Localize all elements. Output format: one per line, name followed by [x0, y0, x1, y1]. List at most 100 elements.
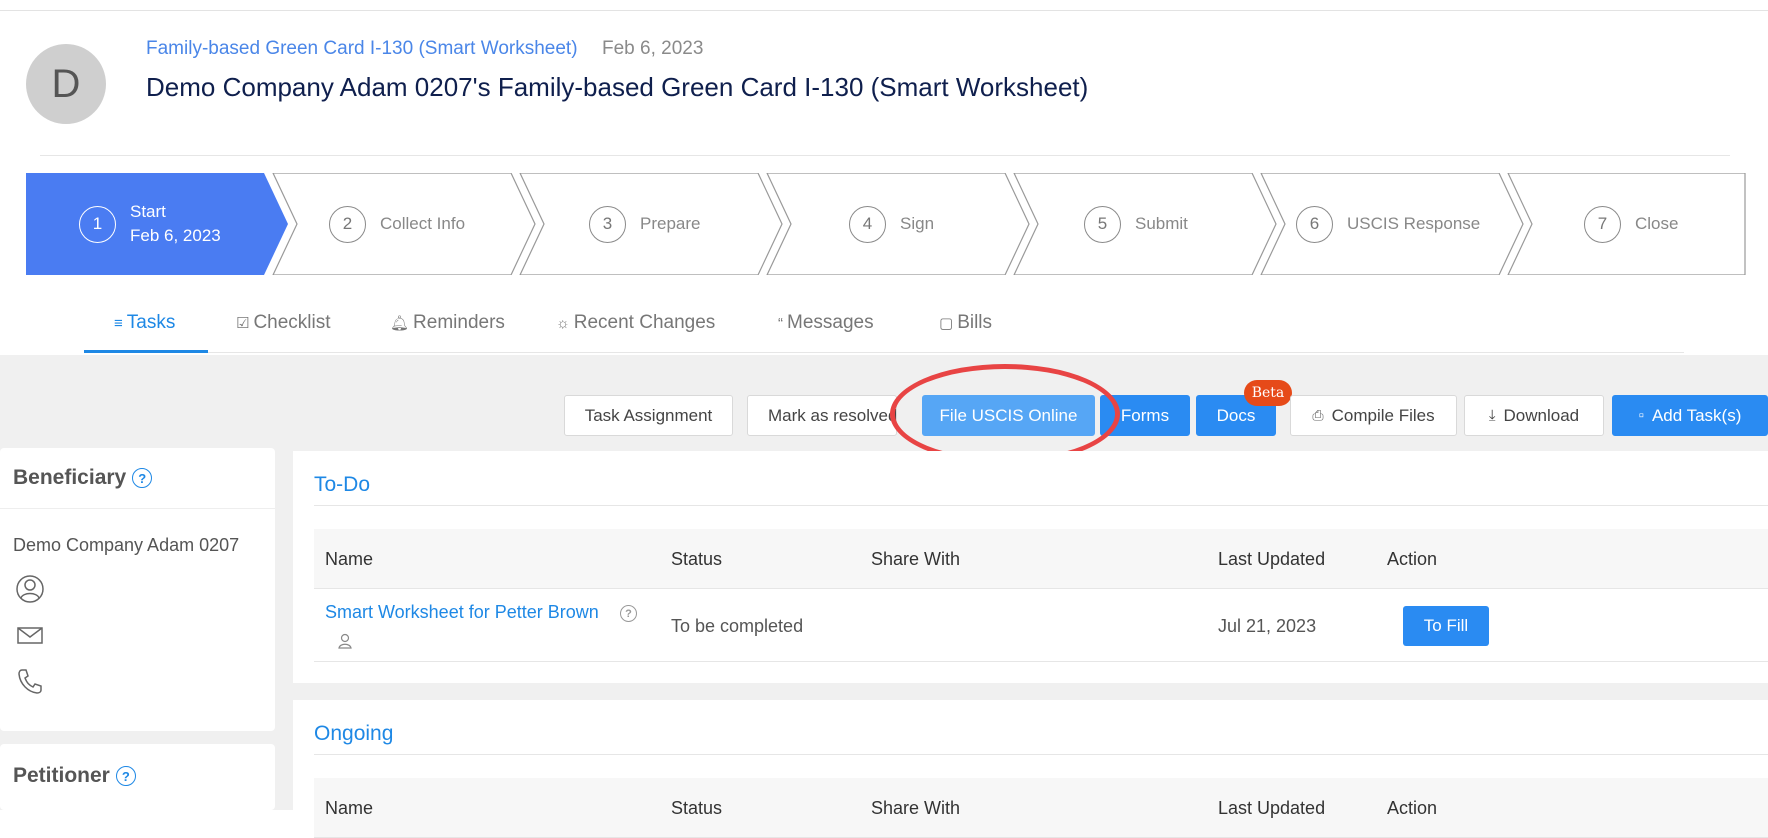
- ongoing-title: Ongoing: [314, 722, 394, 745]
- column-header: Last Updated: [1218, 549, 1326, 569]
- step-label: Submit: [1135, 214, 1188, 233]
- quote-icon: “: [778, 314, 783, 332]
- tab-bills[interactable]: ▢ Bills: [939, 312, 992, 334]
- phone-icon: [18, 669, 42, 694]
- avatar: D: [26, 44, 106, 124]
- step-submit[interactable]: 5 Submit: [1084, 173, 1188, 275]
- ongoing-table-header: Name Status Share With Last Updated Acti…: [314, 778, 1768, 838]
- beneficiary-title: Beneficiary ?: [13, 466, 153, 490]
- box-icon: ▢: [939, 315, 954, 332]
- tab-reminders[interactable]: 🔔︎ Reminders: [390, 312, 505, 334]
- help-icon[interactable]: ?: [132, 468, 153, 488]
- panel-divider: [314, 754, 1768, 755]
- task-last-updated: Jul 21, 2023: [1218, 616, 1317, 636]
- column-header: Share With: [871, 798, 961, 818]
- petitioner-title: Petitioner ?: [13, 764, 136, 788]
- tabs-divider: [84, 352, 1684, 353]
- step-label: Collect Info: [380, 214, 466, 233]
- download-icon: ⤓: [1488, 407, 1496, 424]
- case-date: Feb 6, 2023: [602, 38, 704, 59]
- button-label: Compile Files: [1331, 405, 1435, 425]
- step-sign[interactable]: 4 Sign: [849, 173, 934, 275]
- printer-icon: ⎙: [1312, 407, 1324, 423]
- todo-title: To-Do: [314, 473, 371, 496]
- step-number: 1: [79, 205, 116, 243]
- bell-icon: 🔔︎: [390, 315, 410, 332]
- column-header: Action: [1387, 549, 1438, 569]
- step-label: Prepare: [640, 214, 701, 233]
- case-type-link[interactable]: Family-based Green Card I-130 (Smart Wor…: [146, 38, 578, 60]
- step-label: USCIS Response: [1347, 214, 1481, 233]
- case-header: D Family-based Green Card I-130 (Smart W…: [0, 0, 1768, 160]
- todo-panel: To-Do Name Status Share With Last Update…: [293, 451, 1768, 683]
- tab-recent-changes[interactable]: ☼ Recent Changes: [556, 312, 715, 334]
- case-progress-steps: 1 Start Feb 6, 2023 2 Collect Info 3 Pre…: [26, 173, 1746, 275]
- step-number: 6: [1296, 205, 1333, 243]
- step-collect-info[interactable]: 2 Collect Info: [329, 173, 465, 275]
- tab-bar: ≡ Tasks ☑ Checklist 🔔︎ Reminders ☼ Recen…: [0, 298, 1768, 354]
- step-prepare[interactable]: 3 Prepare: [589, 173, 700, 275]
- to-fill-button[interactable]: To Fill: [1403, 606, 1489, 646]
- add-tasks-button[interactable]: ▫ Add Task(s): [1612, 395, 1768, 436]
- column-header: Name: [325, 798, 374, 818]
- download-button[interactable]: ⤓ Download: [1464, 395, 1604, 436]
- tab-label: Reminders: [413, 312, 505, 333]
- tab-label: Tasks: [126, 312, 176, 333]
- step-label: Close: [1635, 214, 1679, 233]
- step-number: 4: [849, 205, 886, 243]
- card-title-text: Beneficiary: [13, 466, 127, 489]
- column-header: Share With: [871, 549, 961, 569]
- step-sublabel: Feb 6, 2023: [130, 226, 221, 245]
- step-uscis-response[interactable]: 6 USCIS Response: [1296, 173, 1480, 275]
- task-name-link[interactable]: Smart Worksheet for Petter Brown: [325, 602, 599, 623]
- user-icon: [16, 575, 44, 603]
- button-label: Task Assignment: [584, 405, 713, 425]
- button-label: Mark as resolved: [768, 405, 897, 425]
- todo-table-header: Name Status Share With Last Updated Acti…: [314, 529, 1768, 589]
- card-divider: [0, 508, 275, 509]
- checkbox-icon: ☑: [236, 315, 250, 332]
- list-icon: ≡: [114, 314, 123, 332]
- step-close[interactable]: 7 Close: [1584, 173, 1678, 275]
- step-label: Start: [130, 202, 166, 221]
- step-number: 2: [329, 205, 366, 243]
- tab-label: Messages: [787, 312, 874, 333]
- mark-resolved-button[interactable]: Mark as resolved: [747, 395, 897, 436]
- tab-checklist[interactable]: ☑ Checklist: [236, 312, 331, 334]
- column-header: Status: [671, 549, 723, 569]
- column-header: Last Updated: [1218, 798, 1326, 818]
- tab-label: Checklist: [253, 312, 331, 333]
- petitioner-card: Petitioner ?: [0, 744, 275, 810]
- task-status: To be completed: [671, 616, 804, 636]
- panel-divider: [314, 505, 1768, 506]
- tab-label: Recent Changes: [573, 312, 716, 333]
- active-tab-indicator: [84, 350, 208, 353]
- task-assignment-button[interactable]: Task Assignment: [564, 395, 733, 436]
- step-number: 5: [1084, 205, 1121, 243]
- table-row: Smart Worksheet for Petter Brown ? To be…: [314, 590, 1768, 662]
- step-number: 7: [1584, 205, 1621, 243]
- button-label: Forms: [1120, 405, 1170, 425]
- column-header: Status: [671, 798, 723, 818]
- tab-messages[interactable]: “ Messages: [778, 312, 874, 334]
- annotation-circle: [890, 364, 1120, 464]
- step-label: Sign: [900, 214, 935, 233]
- bulb-icon: ☼: [556, 314, 570, 332]
- tab-tasks[interactable]: ≡ Tasks: [114, 312, 175, 334]
- button-label: Docs: [1216, 405, 1256, 425]
- button-label: Download: [1503, 405, 1580, 425]
- mail-icon: [17, 627, 43, 644]
- step-number: 3: [589, 205, 626, 243]
- help-icon[interactable]: ?: [620, 605, 637, 622]
- person-icon: [338, 633, 352, 649]
- header-divider: [40, 155, 1730, 156]
- tab-label: Bills: [957, 312, 993, 333]
- column-header: Name: [325, 549, 374, 569]
- compile-files-button[interactable]: ⎙ Compile Files: [1290, 395, 1457, 436]
- card-title-text: Petitioner: [13, 764, 110, 787]
- beta-badge: Beta: [1244, 380, 1292, 406]
- step-start[interactable]: 1 Start Feb 6, 2023: [79, 173, 221, 275]
- page-title: Demo Company Adam 0207's Family-based Gr…: [146, 72, 1089, 102]
- help-icon[interactable]: ?: [115, 766, 136, 786]
- column-header: Action: [1387, 798, 1438, 818]
